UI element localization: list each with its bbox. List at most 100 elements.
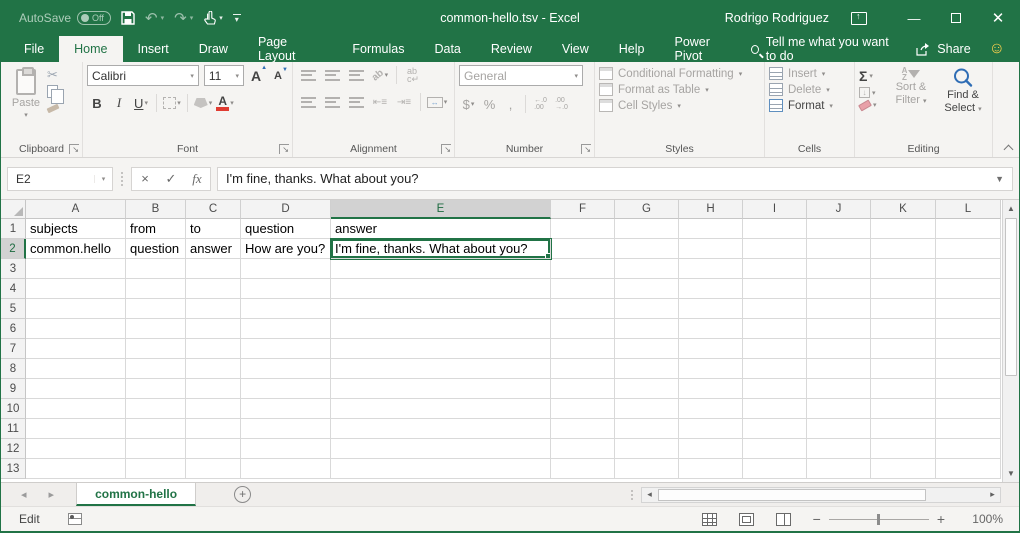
fill-color-button[interactable]: ▾ [193,93,213,113]
cell-J1[interactable] [807,219,871,239]
clear-dropdown-icon[interactable]: ▾ [873,101,877,109]
wrap-text-button[interactable]: abc↵ [402,65,424,85]
tab-formulas[interactable]: Formulas [337,36,419,62]
number-format-combo[interactable]: General▾ [459,65,583,86]
cell-K13[interactable] [871,459,936,479]
cell-G7[interactable] [615,339,679,359]
font-size-combo[interactable]: 11▾ [204,65,244,86]
vertical-scroll-thumb[interactable] [1005,218,1017,376]
cell-H4[interactable] [679,279,743,299]
cell-K3[interactable] [871,259,936,279]
cell-L3[interactable] [936,259,1001,279]
expand-formula-bar-icon[interactable]: ▼ [995,174,1012,184]
cell-F8[interactable] [551,359,615,379]
cut-icon[interactable]: ✂ [47,69,58,81]
customize-qat-button[interactable]: ▾ [233,14,241,22]
cell-L4[interactable] [936,279,1001,299]
cell-J6[interactable] [807,319,871,339]
cell-D12[interactable] [241,439,331,459]
merge-center-button[interactable]: ▾ [426,92,448,112]
cell-I12[interactable] [743,439,807,459]
cell-B11[interactable] [126,419,186,439]
redo-dropdown-icon[interactable]: ▾ [190,14,194,22]
column-header-L[interactable]: L [936,200,1001,219]
cell-B12[interactable] [126,439,186,459]
cell-H3[interactable] [679,259,743,279]
cell-G3[interactable] [615,259,679,279]
cell-J9[interactable] [807,379,871,399]
confirm-entry-icon[interactable]: ✓ [158,171,184,187]
horizontal-scroll-thumb[interactable] [658,489,926,501]
cell-J4[interactable] [807,279,871,299]
paste-button[interactable]: Paste ▾ [5,65,47,141]
cell-I2[interactable] [743,239,807,259]
cell-L8[interactable] [936,359,1001,379]
cell-H6[interactable] [679,319,743,339]
cell-E5[interactable] [331,299,551,319]
cell-H8[interactable] [679,359,743,379]
cell-C3[interactable] [186,259,241,279]
format-cells-button[interactable]: Format▾ [769,99,850,112]
tab-help[interactable]: Help [604,36,660,62]
cell-E6[interactable] [331,319,551,339]
cell-K11[interactable] [871,419,936,439]
cell-D11[interactable] [241,419,331,439]
cell-B6[interactable] [126,319,186,339]
column-header-I[interactable]: I [743,200,807,219]
row-header-10[interactable]: 10 [1,399,26,419]
touch-mode-button[interactable]: ▾ [203,11,223,25]
cell-J10[interactable] [807,399,871,419]
align-middle-button[interactable] [321,65,343,85]
close-button[interactable]: ✕ [977,0,1019,36]
row-header-11[interactable]: 11 [1,419,26,439]
cell-A2[interactable]: common.hello [26,239,126,259]
cell-L6[interactable] [936,319,1001,339]
cell-I5[interactable] [743,299,807,319]
cell-K2[interactable] [871,239,936,259]
macro-record-icon[interactable] [68,513,82,525]
autosave-toggle[interactable]: AutoSave Off [19,11,111,25]
row-header-3[interactable]: 3 [1,259,26,279]
cell-G6[interactable] [615,319,679,339]
cell-E8[interactable] [331,359,551,379]
format-as-table-button[interactable]: Format as Table▾ [599,83,760,96]
cell-K6[interactable] [871,319,936,339]
font-dialog-launcher-icon[interactable]: ↘ [279,144,289,154]
cell-K5[interactable] [871,299,936,319]
cell-D2[interactable]: How are you? [241,239,331,259]
cell-E11[interactable] [331,419,551,439]
cell-C1[interactable]: to [186,219,241,239]
underline-dropdown-icon[interactable]: ▾ [144,99,148,107]
formula-input[interactable]: I'm fine, thanks. What about you? ▼ [217,167,1013,191]
cell-I4[interactable] [743,279,807,299]
cell-F7[interactable] [551,339,615,359]
cell-A13[interactable] [26,459,126,479]
cell-C4[interactable] [186,279,241,299]
cell-E10[interactable] [331,399,551,419]
fill-dropdown-icon[interactable]: ▾ [872,89,876,97]
cell-B7[interactable] [126,339,186,359]
cell-A1[interactable]: subjects [26,219,126,239]
cell-H13[interactable] [679,459,743,479]
column-header-J[interactable]: J [807,200,871,219]
cell-F11[interactable] [551,419,615,439]
cell-G13[interactable] [615,459,679,479]
cell-K12[interactable] [871,439,936,459]
cell-D1[interactable]: question [241,219,331,239]
align-center-button[interactable] [321,92,343,112]
user-name[interactable]: Rodrigo Rodriguez [725,11,829,25]
zoom-level[interactable]: 100% [967,512,1003,526]
redo-button[interactable]: ↷▾ [174,9,193,27]
zoom-in-icon[interactable]: + [937,512,945,526]
ribbon-display-options-icon[interactable] [851,12,867,25]
cell-A4[interactable] [26,279,126,299]
zoom-slider[interactable] [829,519,929,520]
conditional-formatting-button[interactable]: Conditional Formatting▾ [599,67,760,80]
cell-J2[interactable] [807,239,871,259]
cell-B2[interactable]: question [126,239,186,259]
cell-L12[interactable] [936,439,1001,459]
decrease-decimal-button[interactable]: .00→.0 [552,94,571,114]
cell-G9[interactable] [615,379,679,399]
collapse-ribbon-icon[interactable] [1004,143,1013,152]
tell-me-box[interactable]: Tell me what you want to do [751,35,899,63]
